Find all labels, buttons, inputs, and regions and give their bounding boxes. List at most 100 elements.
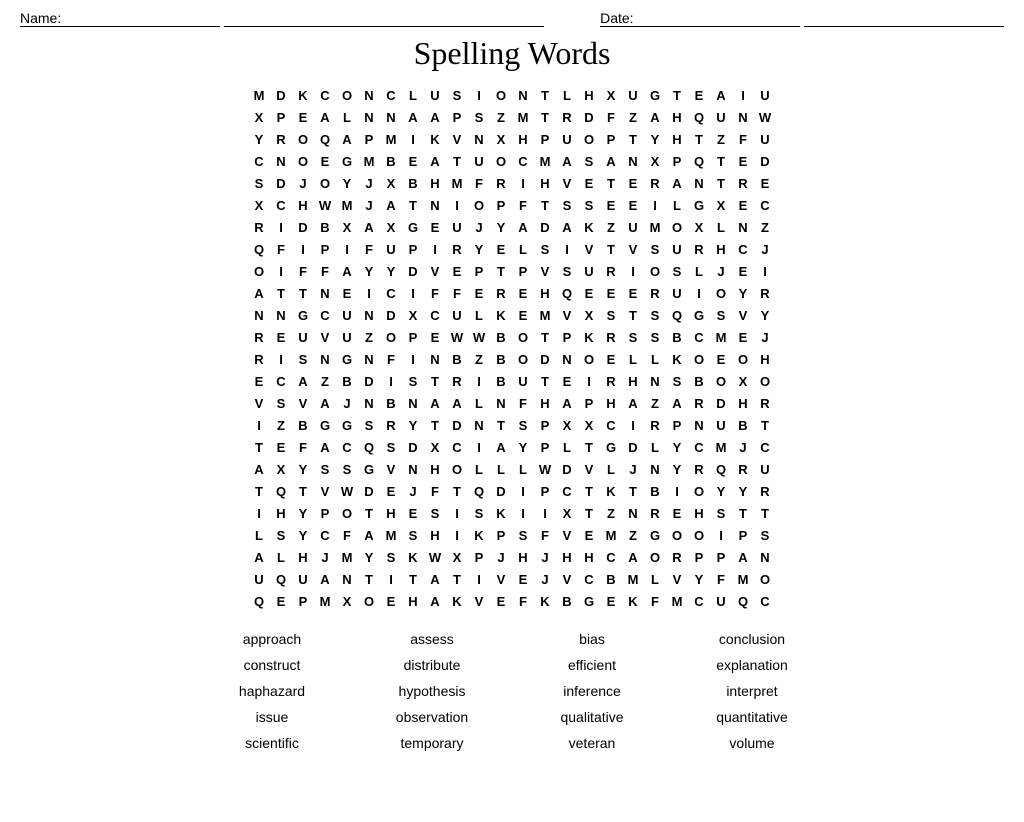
grid-cell: S [446,84,468,106]
grid-cell: A [402,106,424,128]
grid-cell: T [402,568,424,590]
grid-cell: P [468,260,490,282]
grid-cell: O [644,260,666,282]
grid-cell: R [732,458,754,480]
grid-cell: I [446,194,468,216]
grid-cell: R [380,414,402,436]
grid-cell: H [578,546,600,568]
grid-cell: E [578,172,600,194]
grid-cell: U [754,458,776,480]
grid-cell: S [512,524,534,546]
grid-cell: M [600,524,622,546]
grid-cell: J [358,194,380,216]
word-item: quantitative [672,706,832,728]
grid-cell: E [732,260,754,282]
grid-cell: T [424,370,446,392]
grid-cell: M [314,590,336,612]
grid-cell: T [534,84,556,106]
grid-cell: T [578,502,600,524]
grid-cell: B [490,348,512,370]
grid-cell: J [754,326,776,348]
grid-cell: L [600,458,622,480]
grid-cell: I [402,348,424,370]
grid-cell: Y [688,568,710,590]
grid-cell: X [600,84,622,106]
grid-cell: K [490,502,512,524]
word-item: volume [672,732,832,754]
grid-cell: L [468,458,490,480]
grid-cell: T [754,502,776,524]
grid-cell: C [512,150,534,172]
grid-cell: A [336,260,358,282]
grid-cell: G [336,150,358,172]
grid-cell: O [358,590,380,612]
grid-cell: N [468,414,490,436]
grid-cell: O [688,524,710,546]
grid-cell: A [424,106,446,128]
grid-cell: I [732,84,754,106]
grid-cell: E [248,370,270,392]
grid-cell: S [556,260,578,282]
grid-cell: Y [644,128,666,150]
grid-cell: E [710,348,732,370]
grid-cell: U [446,216,468,238]
grid-cell: E [402,150,424,172]
grid-cell: U [556,128,578,150]
grid-cell: C [248,150,270,172]
grid-cell: O [578,348,600,370]
grid-cell: P [534,480,556,502]
grid-cell: E [380,480,402,502]
grid-cell: I [512,480,534,502]
grid-cell: R [490,282,512,304]
word-item: explanation [672,654,832,676]
grid-cell: U [622,84,644,106]
grid-cell: C [314,524,336,546]
grid-cell: A [556,216,578,238]
grid-cell: E [490,238,512,260]
grid-cell: M [732,568,754,590]
grid-cell: A [446,392,468,414]
grid-cell: N [490,392,512,414]
grid-cell: L [336,106,358,128]
grid-cell: P [490,524,512,546]
grid-cell: M [534,304,556,326]
grid-cell: X [578,304,600,326]
grid-cell: E [600,282,622,304]
grid-cell: D [380,304,402,326]
grid-cell: Y [248,128,270,150]
grid-cell: Z [622,524,644,546]
grid-cell: O [490,150,512,172]
grid-cell: J [710,260,732,282]
grid-cell: L [556,84,578,106]
grid-cell: N [424,194,446,216]
grid-cell: F [270,238,292,260]
grid-cell: F [424,480,446,502]
grid-cell: Q [270,480,292,502]
grid-cell: I [270,260,292,282]
grid-cell: S [424,502,446,524]
grid-cell: R [754,480,776,502]
grid-cell: R [644,502,666,524]
grid-cell: T [710,150,732,172]
grid-cell: F [292,260,314,282]
grid-cell: A [380,194,402,216]
grid-cell: V [534,260,556,282]
grid-cell: A [424,150,446,172]
grid-cell: R [600,260,622,282]
grid-cell: U [622,216,644,238]
grid-cell: T [534,370,556,392]
grid-cell: N [358,392,380,414]
grid-cell: L [468,392,490,414]
grid-cell: N [248,304,270,326]
grid-cell: X [446,546,468,568]
grid-cell: F [534,524,556,546]
grid-cell: J [292,172,314,194]
grid-cell: K [600,480,622,502]
grid-cell: S [644,304,666,326]
word-item: interpret [672,680,832,702]
grid-cell: F [512,590,534,612]
grid-cell: O [666,524,688,546]
grid-cell: P [666,150,688,172]
grid-cell: E [512,282,534,304]
grid-cell: S [710,304,732,326]
